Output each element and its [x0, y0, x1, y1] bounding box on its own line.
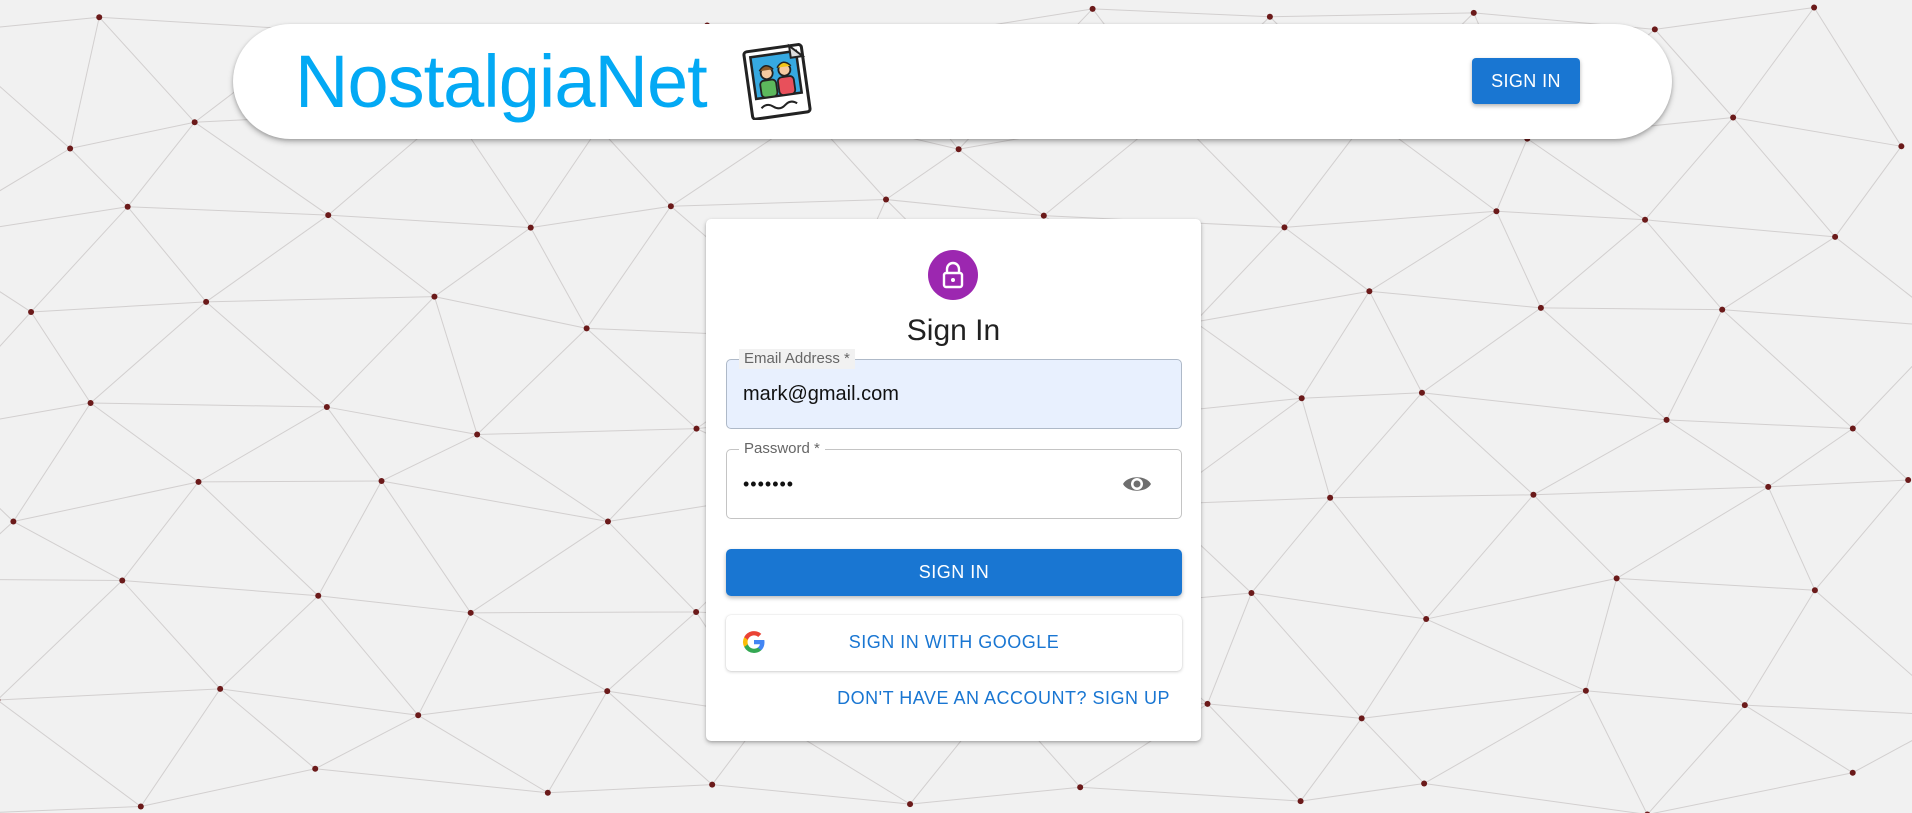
email-field[interactable]: Email Address * [726, 349, 1182, 429]
google-signin-label: SIGN IN WITH GOOGLE [848, 632, 1060, 652]
signin-button[interactable]: SIGN IN [726, 549, 1182, 596]
signup-link[interactable]: DON'T HAVE AN ACCOUNT? SIGN UP [837, 688, 1170, 709]
avatar [928, 250, 978, 300]
eye-icon[interactable] [1121, 468, 1153, 500]
password-field[interactable]: Password * [726, 439, 1182, 519]
app-bar: NostalgiaNet SIGN IN [233, 24, 1672, 139]
header-signin-button[interactable]: SIGN IN [1472, 58, 1580, 104]
email-input[interactable] [743, 360, 1123, 428]
password-input[interactable] [743, 450, 1123, 518]
lock-icon [942, 261, 964, 289]
polaroid-photo-icon [742, 43, 812, 120]
brand-title: NostalgiaNet [295, 40, 708, 123]
page-title: Sign In [906, 314, 1001, 347]
signin-card: Sign In Email Address * Password * SIGN … [706, 219, 1201, 741]
google-signin-button[interactable]: SIGN IN WITH GOOGLE [726, 615, 1182, 671]
